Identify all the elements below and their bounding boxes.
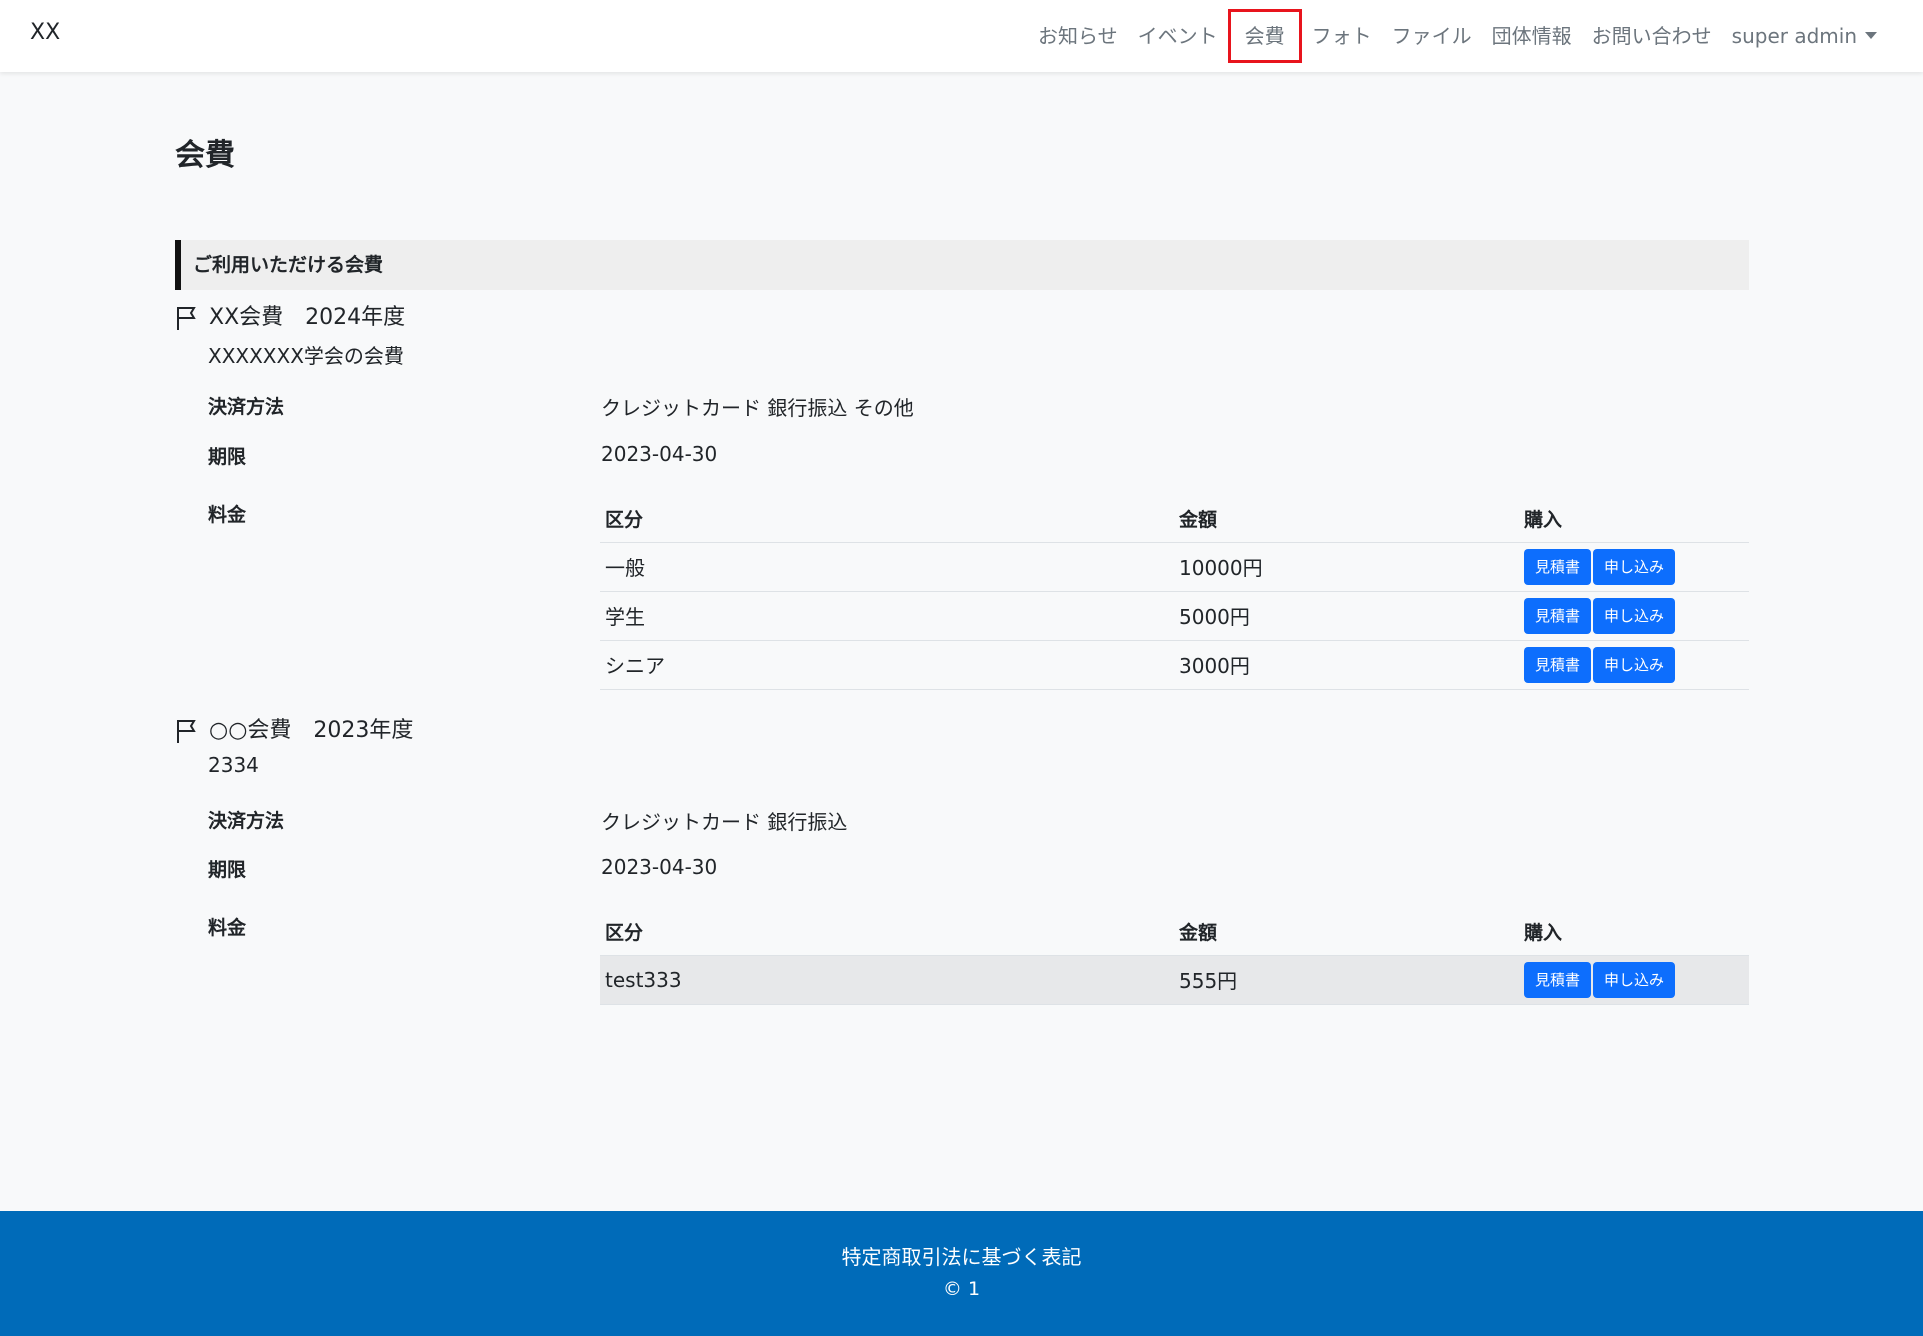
fee-description: XXXXXXX学会の会費 <box>208 344 404 368</box>
payment-label: 決済方法 <box>208 396 285 418</box>
fee-title-row: XX会費 2024年度 <box>175 300 1749 330</box>
column-header-purchase: 購入 <box>1519 905 1749 956</box>
table-header-row: 区分 金額 購入 <box>600 492 1749 543</box>
apply-button[interactable]: 申し込み <box>1593 646 1676 683</box>
fee-title-row: ○○会費 2023年度 <box>175 713 1749 743</box>
brand-logo[interactable]: XX <box>30 20 60 45</box>
cell-kubun: 一般 <box>600 542 1174 592</box>
deadline-value: 2023-04-30 <box>601 442 718 466</box>
cell-kubun: 学生 <box>600 591 1174 641</box>
nav-item-files[interactable]: ファイル <box>1382 19 1482 53</box>
column-header-amount: 金額 <box>1174 492 1519 543</box>
cell-purchase: 見積書 申し込み <box>1519 542 1749 592</box>
column-header-kubun: 区分 <box>600 492 1174 543</box>
table-row: 一般 10000円 見積書 申し込み <box>600 542 1749 592</box>
payment-value: クレジットカード 銀行振込 その他 <box>601 396 914 420</box>
footer-legal-link[interactable]: 特定商取引法に基づく表記 <box>0 1241 1923 1270</box>
fee-title: ○○会費 2023年度 <box>209 718 414 743</box>
cell-amount: 5000円 <box>1174 591 1519 641</box>
quote-button[interactable]: 見積書 <box>1524 597 1592 634</box>
cell-kubun: シニア <box>600 640 1174 690</box>
nav-item-events[interactable]: イベント <box>1128 19 1228 53</box>
flag-icon <box>177 720 196 743</box>
fee-title: XX会費 2024年度 <box>209 305 406 330</box>
table-row: シニア 3000円 見積書 申し込み <box>600 640 1749 690</box>
cell-amount: 555円 <box>1174 955 1519 1005</box>
column-header-amount: 金額 <box>1174 905 1519 956</box>
cell-amount: 10000円 <box>1174 542 1519 592</box>
table-row: test333 555円 見積書 申し込み <box>600 955 1749 1005</box>
nav-item-photos[interactable]: フォト <box>1302 19 1382 53</box>
price-table: 区分 金額 購入 一般 10000円 見積書 申し込み 学生 5000円 見積書申… <box>600 492 1749 690</box>
section-heading: ご利用いただける会費 <box>175 240 1749 290</box>
deadline-label: 期限 <box>208 859 247 881</box>
nav-item-news[interactable]: お知らせ <box>1028 19 1128 53</box>
navbar: XX お知らせ イベント 会費 フォト ファイル 団体情報 お問い合わせ sup… <box>0 0 1923 72</box>
price-table: 区分 金額 購入 test333 555円 見積書 申し込み <box>600 905 1749 1005</box>
quote-button[interactable]: 見積書 <box>1524 961 1592 998</box>
quote-button[interactable]: 見積書 <box>1524 548 1592 585</box>
cell-purchase: 見積書 申し込み <box>1519 955 1749 1005</box>
page-header: 会費 <box>175 130 1749 174</box>
table-header-row: 区分 金額 購入 <box>600 905 1749 956</box>
nav-item-contact[interactable]: お問い合わせ <box>1582 19 1722 53</box>
price-label: 料金 <box>208 504 247 526</box>
cell-purchase: 見積書 申し込み <box>1519 591 1749 641</box>
apply-button[interactable]: 申し込み <box>1593 597 1676 634</box>
nav-item-fees[interactable]: 会費 <box>1227 9 1302 63</box>
cell-amount: 3000円 <box>1174 640 1519 690</box>
payment-label: 決済方法 <box>208 810 285 832</box>
footer-copyright: © 1 <box>942 1278 981 1300</box>
fee-description: 2334 <box>208 753 259 777</box>
cell-kubun: test333 <box>600 955 1174 1005</box>
flag-icon <box>177 307 196 330</box>
caret-down-icon <box>1865 32 1877 39</box>
user-menu-dropdown[interactable]: super admin <box>1722 19 1887 53</box>
page-title: 会費 <box>175 138 235 173</box>
table-row: 学生 5000円 見積書 申し込み <box>600 591 1749 641</box>
apply-button[interactable]: 申し込み <box>1593 548 1676 585</box>
deadline-value: 2023-04-30 <box>601 855 718 879</box>
nav-menu: お知らせ イベント 会費 フォト ファイル 団体情報 お問い合わせ super … <box>1028 0 1887 72</box>
column-header-purchase: 購入 <box>1519 492 1749 543</box>
price-label: 料金 <box>208 917 247 939</box>
payment-value: クレジットカード 銀行振込 <box>601 810 848 834</box>
deadline-label: 期限 <box>208 446 247 468</box>
fee-card: ○○会費 2023年度 2334 決済方法 クレジットカード 銀行振込 期限 2… <box>175 713 1749 1013</box>
apply-button[interactable]: 申し込み <box>1593 961 1676 998</box>
quote-button[interactable]: 見積書 <box>1524 646 1592 683</box>
footer: 特定商取引法に基づく表記 © 1 <box>0 1211 1923 1336</box>
column-header-kubun: 区分 <box>600 905 1174 956</box>
user-name: super admin <box>1731 24 1857 48</box>
fee-card: XX会費 2024年度 XXXXXXX学会の会費 決済方法 クレジットカード 銀… <box>175 300 1749 690</box>
cell-purchase: 見積書 申し込み <box>1519 640 1749 690</box>
nav-item-organization[interactable]: 団体情報 <box>1482 19 1582 53</box>
